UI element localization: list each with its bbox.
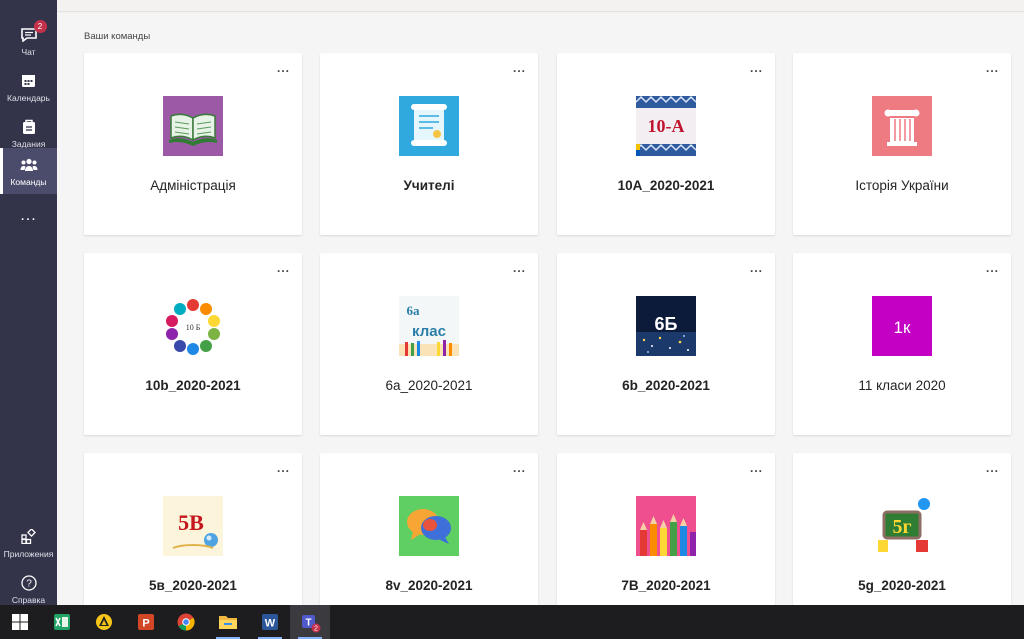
calendar-icon xyxy=(19,72,39,90)
more-options-icon[interactable]: ... xyxy=(986,61,999,75)
team-name: Адміністрація xyxy=(150,178,236,193)
windows-start-icon[interactable] xyxy=(0,605,40,639)
app-rail: 2 Чат Календарь Задания Команды ... Прил… xyxy=(0,0,57,605)
team-card-5g[interactable]: ... 5г 5g_2020-2021 xyxy=(793,453,1011,605)
tile-text: 1к xyxy=(894,318,911,337)
pencils-image xyxy=(636,496,696,556)
team-card-6b[interactable]: ... 6Б 6b_2020-2021 xyxy=(557,253,775,435)
rail-item-label: Задания xyxy=(11,138,46,149)
svg-text:W: W xyxy=(265,618,276,630)
colored-hands-image: 10 Б xyxy=(163,296,223,356)
team-card-7v[interactable]: ... 7В_2020-2021 xyxy=(557,453,775,605)
windows-taskbar: P W T2 xyxy=(0,605,1024,639)
team-card-history[interactable]: ... Історія України xyxy=(793,53,1011,235)
rail-item-calendar[interactable]: Календарь xyxy=(0,64,57,110)
team-card-6a[interactable]: ... 6а клас 6а_2020-2021 xyxy=(320,253,538,435)
more-options-icon[interactable]: ... xyxy=(513,261,526,275)
team-card-10b[interactable]: ... 10 Б 10b_2020-2021 xyxy=(84,253,302,435)
more-options-icon[interactable]: ... xyxy=(986,261,999,275)
class-10a-image: 10-А xyxy=(636,96,696,156)
column-icon xyxy=(872,96,932,156)
team-card-11-classes[interactable]: ... 1к 11 класи 2020 xyxy=(793,253,1011,435)
team-name: 6а_2020-2021 xyxy=(385,378,473,393)
more-options-icon[interactable]: ... xyxy=(750,261,763,275)
help-icon: ? xyxy=(19,574,39,592)
more-options-icon[interactable]: ... xyxy=(750,61,763,75)
team-name: 5в_2020-2021 xyxy=(149,578,237,593)
tile-text: 10-А xyxy=(648,116,685,136)
rail-item-label: Команды xyxy=(10,176,47,187)
arrow-app-icon[interactable] xyxy=(84,605,124,639)
rail-item-more[interactable]: ... xyxy=(0,194,57,238)
team-card-5v[interactable]: ... 5В 5в_2020-2021 xyxy=(84,453,302,605)
teams-taskbar-icon[interactable]: T2 xyxy=(290,605,330,639)
scroll-icon xyxy=(399,96,459,156)
team-card-teachers[interactable]: ... Учителі xyxy=(320,53,538,235)
team-card-administration[interactable]: ... Адміністрація xyxy=(84,53,302,235)
class-6a-image: 6а клас xyxy=(399,296,459,356)
svg-text:T: T xyxy=(305,618,311,629)
chat-badge: 2 xyxy=(33,19,47,33)
team-name: 8v_2020-2021 xyxy=(385,578,473,593)
file-explorer-icon[interactable] xyxy=(208,605,248,639)
chat-bubbles-icon xyxy=(399,496,459,556)
rail-item-label: Справка xyxy=(11,594,46,605)
more-options-icon[interactable]: ... xyxy=(277,61,290,75)
team-card-8v[interactable]: ... 8v_2020-2021 xyxy=(320,453,538,605)
team-name: 10b_2020-2021 xyxy=(145,378,241,393)
class-5v-image: 5В xyxy=(163,496,223,556)
class-5g-image: 5г xyxy=(872,496,932,556)
teams-taskbar-badge: 2 xyxy=(314,626,318,633)
rail-item-label: Календарь xyxy=(7,92,50,103)
tile-text: 5В xyxy=(178,510,204,535)
rail-item-label: Чат xyxy=(21,46,36,57)
rail-item-teams[interactable]: Команды xyxy=(0,148,57,194)
class-6b-image: 6Б xyxy=(636,296,696,356)
excel-icon[interactable] xyxy=(42,605,82,639)
top-header-strip xyxy=(57,0,1024,12)
more-icon: ... xyxy=(20,207,37,224)
team-name: 10А_2020-2021 xyxy=(617,178,715,193)
teams-grid-area: Ваши команды ... Адміністрація ... Учите… xyxy=(57,13,1024,605)
assignments-icon xyxy=(19,118,39,136)
tile-text: 10 Б xyxy=(186,323,201,332)
tile-text: 5г xyxy=(892,516,911,538)
rail-item-apps[interactable]: Приложения xyxy=(0,520,57,566)
initials-tile: 1к xyxy=(872,296,932,356)
more-options-icon[interactable]: ... xyxy=(986,461,999,475)
team-name: 5g_2020-2021 xyxy=(858,578,946,593)
team-name: 6b_2020-2021 xyxy=(622,378,710,393)
rail-item-chat[interactable]: 2 Чат xyxy=(0,18,57,64)
apps-icon xyxy=(19,528,39,546)
more-options-icon[interactable]: ... xyxy=(513,461,526,475)
more-options-icon[interactable]: ... xyxy=(277,261,290,275)
rail-item-label: Приложения xyxy=(3,548,54,559)
team-card-10a[interactable]: ... 10-А 10А_2020-2021 xyxy=(557,53,775,235)
chat-icon: 2 xyxy=(19,19,47,44)
more-options-icon[interactable]: ... xyxy=(277,461,290,475)
svg-text:?: ? xyxy=(26,578,32,589)
team-name: 7В_2020-2021 xyxy=(621,578,711,593)
team-name: Учителі xyxy=(403,178,455,193)
tile-text: 6Б xyxy=(655,314,678,334)
teams-icon xyxy=(19,156,39,174)
svg-text:P: P xyxy=(142,618,149,630)
chrome-icon[interactable] xyxy=(166,605,206,639)
book-icon xyxy=(163,96,223,156)
powerpoint-icon[interactable]: P xyxy=(126,605,166,639)
team-name: 11 класи 2020 xyxy=(858,378,946,393)
word-icon[interactable]: W xyxy=(250,605,290,639)
tile-text-top: 6а xyxy=(407,303,421,318)
more-options-icon[interactable]: ... xyxy=(513,61,526,75)
more-options-icon[interactable]: ... xyxy=(750,461,763,475)
section-title: Ваши команды xyxy=(84,31,151,42)
tile-text-bottom: клас xyxy=(412,323,446,340)
team-name: Історія України xyxy=(855,178,949,193)
